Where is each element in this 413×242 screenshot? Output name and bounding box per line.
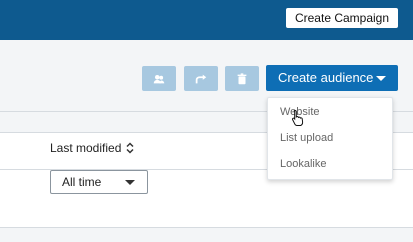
hand-pointer-cursor-icon	[291, 109, 304, 126]
table-row	[0, 200, 413, 228]
column-title: Last modified	[50, 141, 122, 155]
share-icon	[195, 74, 207, 83]
sort-icon	[126, 142, 134, 154]
create-audience-button[interactable]: Create audience	[266, 65, 398, 91]
trash-icon	[237, 72, 247, 84]
audience-users-button[interactable]	[142, 66, 176, 91]
share-button[interactable]	[184, 66, 218, 91]
create-campaign-button[interactable]: Create Campaign	[286, 8, 398, 28]
chevron-down-icon	[125, 180, 135, 185]
users-icon	[153, 74, 165, 83]
menu-item-lookalike[interactable]: Lookalike	[280, 158, 326, 170]
delete-button[interactable]	[225, 66, 259, 91]
create-audience-menu: Website List upload Lookalike	[267, 97, 393, 180]
menu-item-list-upload[interactable]: List upload	[280, 132, 333, 144]
caret-down-icon	[376, 76, 386, 81]
create-audience-label: Create audience	[278, 70, 374, 85]
date-filter-value: All time	[62, 175, 102, 189]
last-modified-column-header[interactable]: Last modified	[50, 141, 135, 155]
date-filter-select[interactable]: All time	[50, 170, 148, 194]
